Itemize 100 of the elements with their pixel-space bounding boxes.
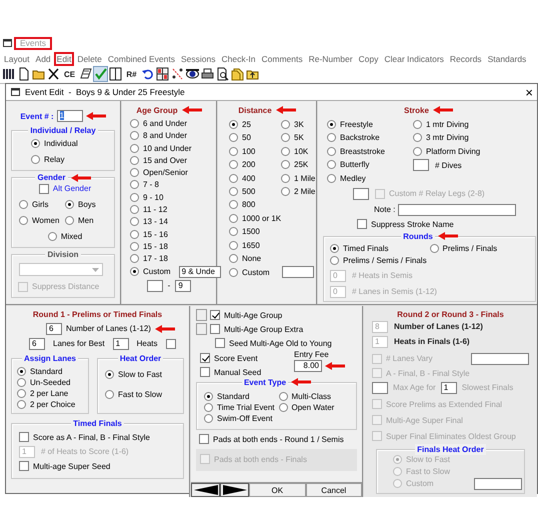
menu-item[interactable]: Layout xyxy=(1,52,33,66)
undo-icon[interactable] xyxy=(141,67,154,81)
radio-button[interactable] xyxy=(281,133,290,142)
radio-button[interactable] xyxy=(130,144,139,153)
radio-label[interactable]: 6 and Under xyxy=(143,118,188,129)
book-icon[interactable] xyxy=(79,67,92,81)
menu-item[interactable]: Check-In xyxy=(218,52,258,66)
radio-button[interactable] xyxy=(204,392,213,401)
radio-button[interactable] xyxy=(327,146,336,156)
input-field[interactable] xyxy=(474,478,522,490)
checkbox-label[interactable]: Seed Multi-Age Old to Young xyxy=(229,338,332,349)
radio-label[interactable]: 10 and Under xyxy=(143,142,192,154)
radio-label[interactable]: Mixed xyxy=(60,231,82,242)
radio-button[interactable] xyxy=(229,186,238,196)
grid-icon[interactable] xyxy=(156,67,169,81)
scatter-icon[interactable] xyxy=(171,67,184,81)
menu-item[interactable]: Re-Number xyxy=(306,52,356,66)
radio-label[interactable]: 2 per Choice xyxy=(30,398,76,410)
radio-label[interactable]: 9 - 10 xyxy=(143,192,164,203)
menu-item[interactable]: Combined Events xyxy=(104,52,178,66)
radio-button[interactable] xyxy=(130,168,139,178)
radio-label[interactable]: 8 and Under xyxy=(143,130,188,142)
radio-button[interactable] xyxy=(281,174,290,183)
radio-label[interactable]: Medley xyxy=(340,172,366,184)
radio-button[interactable] xyxy=(229,200,238,210)
radio-label[interactable]: 1 mtr Diving xyxy=(426,119,469,130)
columns-icon[interactable] xyxy=(2,67,15,81)
radio-button[interactable] xyxy=(327,120,336,129)
radio-button[interactable] xyxy=(330,256,339,265)
radio-label[interactable]: Slow to Fast xyxy=(118,368,162,380)
radio-button[interactable] xyxy=(229,268,238,277)
radio-button[interactable] xyxy=(204,414,213,423)
page-icon[interactable] xyxy=(17,67,30,81)
check-icon[interactable] xyxy=(94,67,107,81)
split-window-icon[interactable] xyxy=(109,67,122,81)
radio-label[interactable]: Open Water xyxy=(292,402,334,413)
radio-button[interactable] xyxy=(278,392,288,401)
checkbox[interactable] xyxy=(38,184,49,194)
radio-button[interactable] xyxy=(19,200,28,209)
input-field[interactable] xyxy=(353,188,369,200)
radio-label[interactable]: 1500 xyxy=(242,226,260,238)
radio-button[interactable] xyxy=(19,216,28,225)
dropdown[interactable] xyxy=(19,263,103,276)
radio-label[interactable]: 25 xyxy=(242,119,251,130)
radio-label[interactable]: 15 - 18 xyxy=(143,240,168,252)
radio-button[interactable] xyxy=(278,402,288,412)
radio-button[interactable] xyxy=(130,119,139,128)
radio-button[interactable] xyxy=(229,254,238,263)
radio-button[interactable] xyxy=(31,155,40,164)
menu-item[interactable]: Standards xyxy=(484,52,530,66)
checkbox[interactable] xyxy=(357,219,367,230)
toolbar-button[interactable]: R# xyxy=(124,70,139,78)
input-field[interactable]: 6 xyxy=(46,322,62,335)
radio-label[interactable]: 500 xyxy=(242,186,256,197)
checkbox[interactable] xyxy=(166,338,176,349)
radio-button[interactable] xyxy=(130,242,139,251)
radio-button[interactable] xyxy=(413,133,422,142)
radio-label[interactable]: 3 mtr Diving xyxy=(426,132,469,144)
radio-label[interactable]: 15 and Over xyxy=(143,154,188,166)
radio-label[interactable]: Prelims / Semis / Finals xyxy=(343,254,427,266)
menu-item[interactable]: Edit xyxy=(54,52,74,66)
radio-label[interactable]: 400 xyxy=(242,172,256,184)
dialog-button[interactable]: Cancel xyxy=(306,482,362,497)
radio-button[interactable] xyxy=(413,120,422,129)
radio-button[interactable] xyxy=(130,131,139,140)
radio-label[interactable]: Women xyxy=(32,215,60,226)
radio-label[interactable]: Freestyle xyxy=(340,119,373,130)
radio-label[interactable]: None xyxy=(242,252,262,264)
radio-button[interactable] xyxy=(130,267,139,276)
radio-button[interactable] xyxy=(105,390,114,399)
radio-label[interactable]: Fast to Slow xyxy=(118,388,162,400)
radio-button[interactable] xyxy=(130,217,139,226)
radio-label[interactable]: 3K xyxy=(294,119,304,130)
radio-label[interactable]: 25K xyxy=(294,159,308,170)
eye-icon[interactable] xyxy=(186,67,199,81)
radio-label[interactable]: 11 - 12 xyxy=(143,204,168,216)
radio-button[interactable] xyxy=(130,156,139,165)
radio-button[interactable] xyxy=(281,160,290,170)
radio-button[interactable] xyxy=(17,378,26,387)
radio-button[interactable] xyxy=(229,160,238,170)
printer-icon[interactable] xyxy=(201,67,214,81)
radio-label[interactable]: 15 - 16 xyxy=(143,228,168,240)
checkbox-label[interactable]: Multi-age Super Seed xyxy=(33,460,110,472)
radio-label[interactable]: Timed Finals xyxy=(343,242,388,254)
radio-button[interactable] xyxy=(130,180,139,190)
radio-button[interactable] xyxy=(130,205,139,214)
menu-item[interactable]: Copy xyxy=(356,52,382,66)
menu-item[interactable]: Add xyxy=(32,52,54,66)
radio-button[interactable] xyxy=(229,214,238,223)
menu-item[interactable]: Comments xyxy=(258,52,306,66)
radio-label[interactable]: Relay xyxy=(44,154,64,165)
preview-icon[interactable] xyxy=(216,67,229,81)
radio-button[interactable] xyxy=(281,146,290,156)
radio-label[interactable]: Standard xyxy=(217,390,250,402)
radio-label[interactable]: Custom xyxy=(143,266,171,278)
menu-item[interactable]: Sessions xyxy=(178,52,218,66)
radio-button[interactable] xyxy=(229,120,238,129)
radio-button[interactable] xyxy=(130,230,139,239)
menu-item[interactable]: Clear Indicators xyxy=(381,52,447,66)
radio-label[interactable]: 17 - 18 xyxy=(143,253,168,264)
